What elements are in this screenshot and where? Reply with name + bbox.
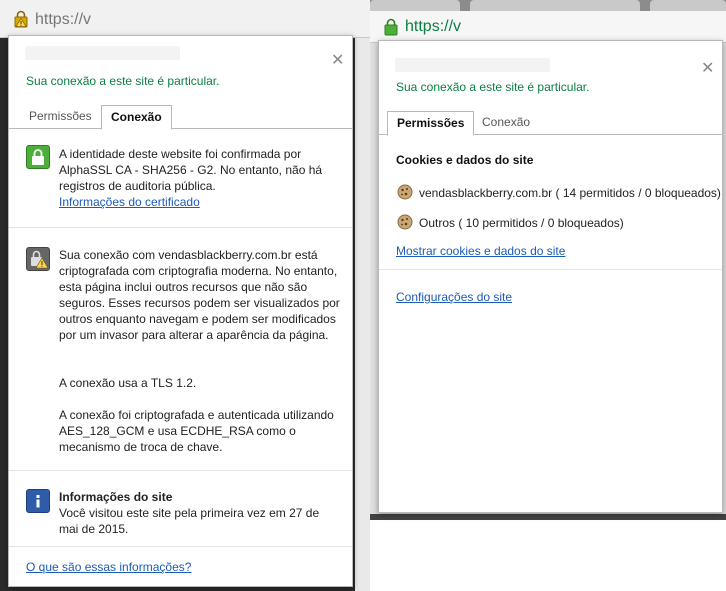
section-divider	[9, 227, 352, 228]
help-link[interactable]: O que são essas informações?	[26, 559, 191, 575]
site-info-text: Você visitou este site pela primeira vez…	[59, 506, 320, 536]
close-icon[interactable]: ✕	[331, 50, 344, 69]
section-divider	[9, 470, 352, 471]
show-cookies-link[interactable]: Mostrar cookies e dados do site	[396, 243, 565, 259]
cookie-row-label: Outros ( 10 permitidos / 0 bloqueados)	[419, 216, 624, 230]
identity-text: A identidade deste website foi confirmad…	[59, 147, 323, 193]
connection-encryption-text: Sua conexão com vendasblackberry.com.br …	[59, 248, 340, 342]
right-address-bar[interactable]: https://v	[370, 11, 726, 43]
site-info-bubble-connection: ✕ Sua conexão a este site é particular. …	[8, 35, 353, 587]
browser-tab[interactable]	[470, 0, 640, 11]
cookie-row-label: vendasblackberry.com.br ( 14 permitidos …	[419, 186, 721, 200]
private-connection-text: Sua conexão a este site é particular.	[396, 80, 590, 94]
warning-lock-icon[interactable]	[12, 10, 30, 31]
right-url-value: https://v	[405, 18, 462, 35]
certificate-info-link[interactable]: Informações do certificado	[59, 194, 200, 210]
lock-icon[interactable]	[382, 18, 400, 39]
tls-version-text: A conexão usa a TLS 1.2.	[59, 376, 197, 390]
cookie-icon	[397, 184, 413, 200]
bubble-tabs: Permissões Conexão	[9, 105, 352, 130]
left-url-text[interactable]: https://v	[35, 11, 91, 29]
lock-icon	[26, 145, 50, 169]
bubble-tabs: Permissões Conexão	[379, 111, 722, 136]
site-name-redacted	[25, 46, 180, 60]
site-name-redacted	[395, 58, 550, 72]
cookie-row-site[interactable]: vendasblackberry.com.br ( 14 permitidos …	[397, 184, 721, 200]
right-url-text[interactable]: https://v	[405, 18, 461, 36]
private-connection-text: Sua conexão a este site é particular.	[26, 74, 220, 88]
left-address-bar[interactable]: https://v	[0, 0, 370, 38]
right-tab-strip	[370, 0, 726, 11]
site-settings-link[interactable]: Configurações do site	[396, 289, 512, 305]
tab-connection[interactable]: Conexão	[101, 105, 172, 130]
cookie-icon	[397, 214, 413, 230]
site-info-bubble-permissions: ✕ Sua conexão a este site é particular. …	[378, 40, 723, 513]
tab-permissions[interactable]: Permissões	[20, 105, 101, 129]
tab-permissions[interactable]: Permissões	[387, 111, 475, 136]
section-divider	[9, 546, 352, 547]
browser-tab[interactable]	[650, 0, 726, 11]
tab-connection[interactable]: Conexão	[473, 111, 539, 135]
browser-tab[interactable]	[370, 0, 460, 11]
cipher-text: A conexão foi criptografada e autenticad…	[59, 408, 334, 454]
cookies-heading: Cookies e dados do site	[396, 153, 534, 167]
site-info-title: Informações do site	[59, 490, 173, 504]
cookie-row-others[interactable]: Outros ( 10 permitidos / 0 bloqueados)	[397, 214, 624, 230]
section-divider	[379, 269, 722, 270]
warning-lock-icon	[26, 247, 50, 271]
right-page-background	[370, 520, 726, 591]
close-icon[interactable]: ✕	[701, 58, 714, 77]
left-page-edge	[355, 38, 370, 591]
info-icon	[26, 489, 50, 513]
